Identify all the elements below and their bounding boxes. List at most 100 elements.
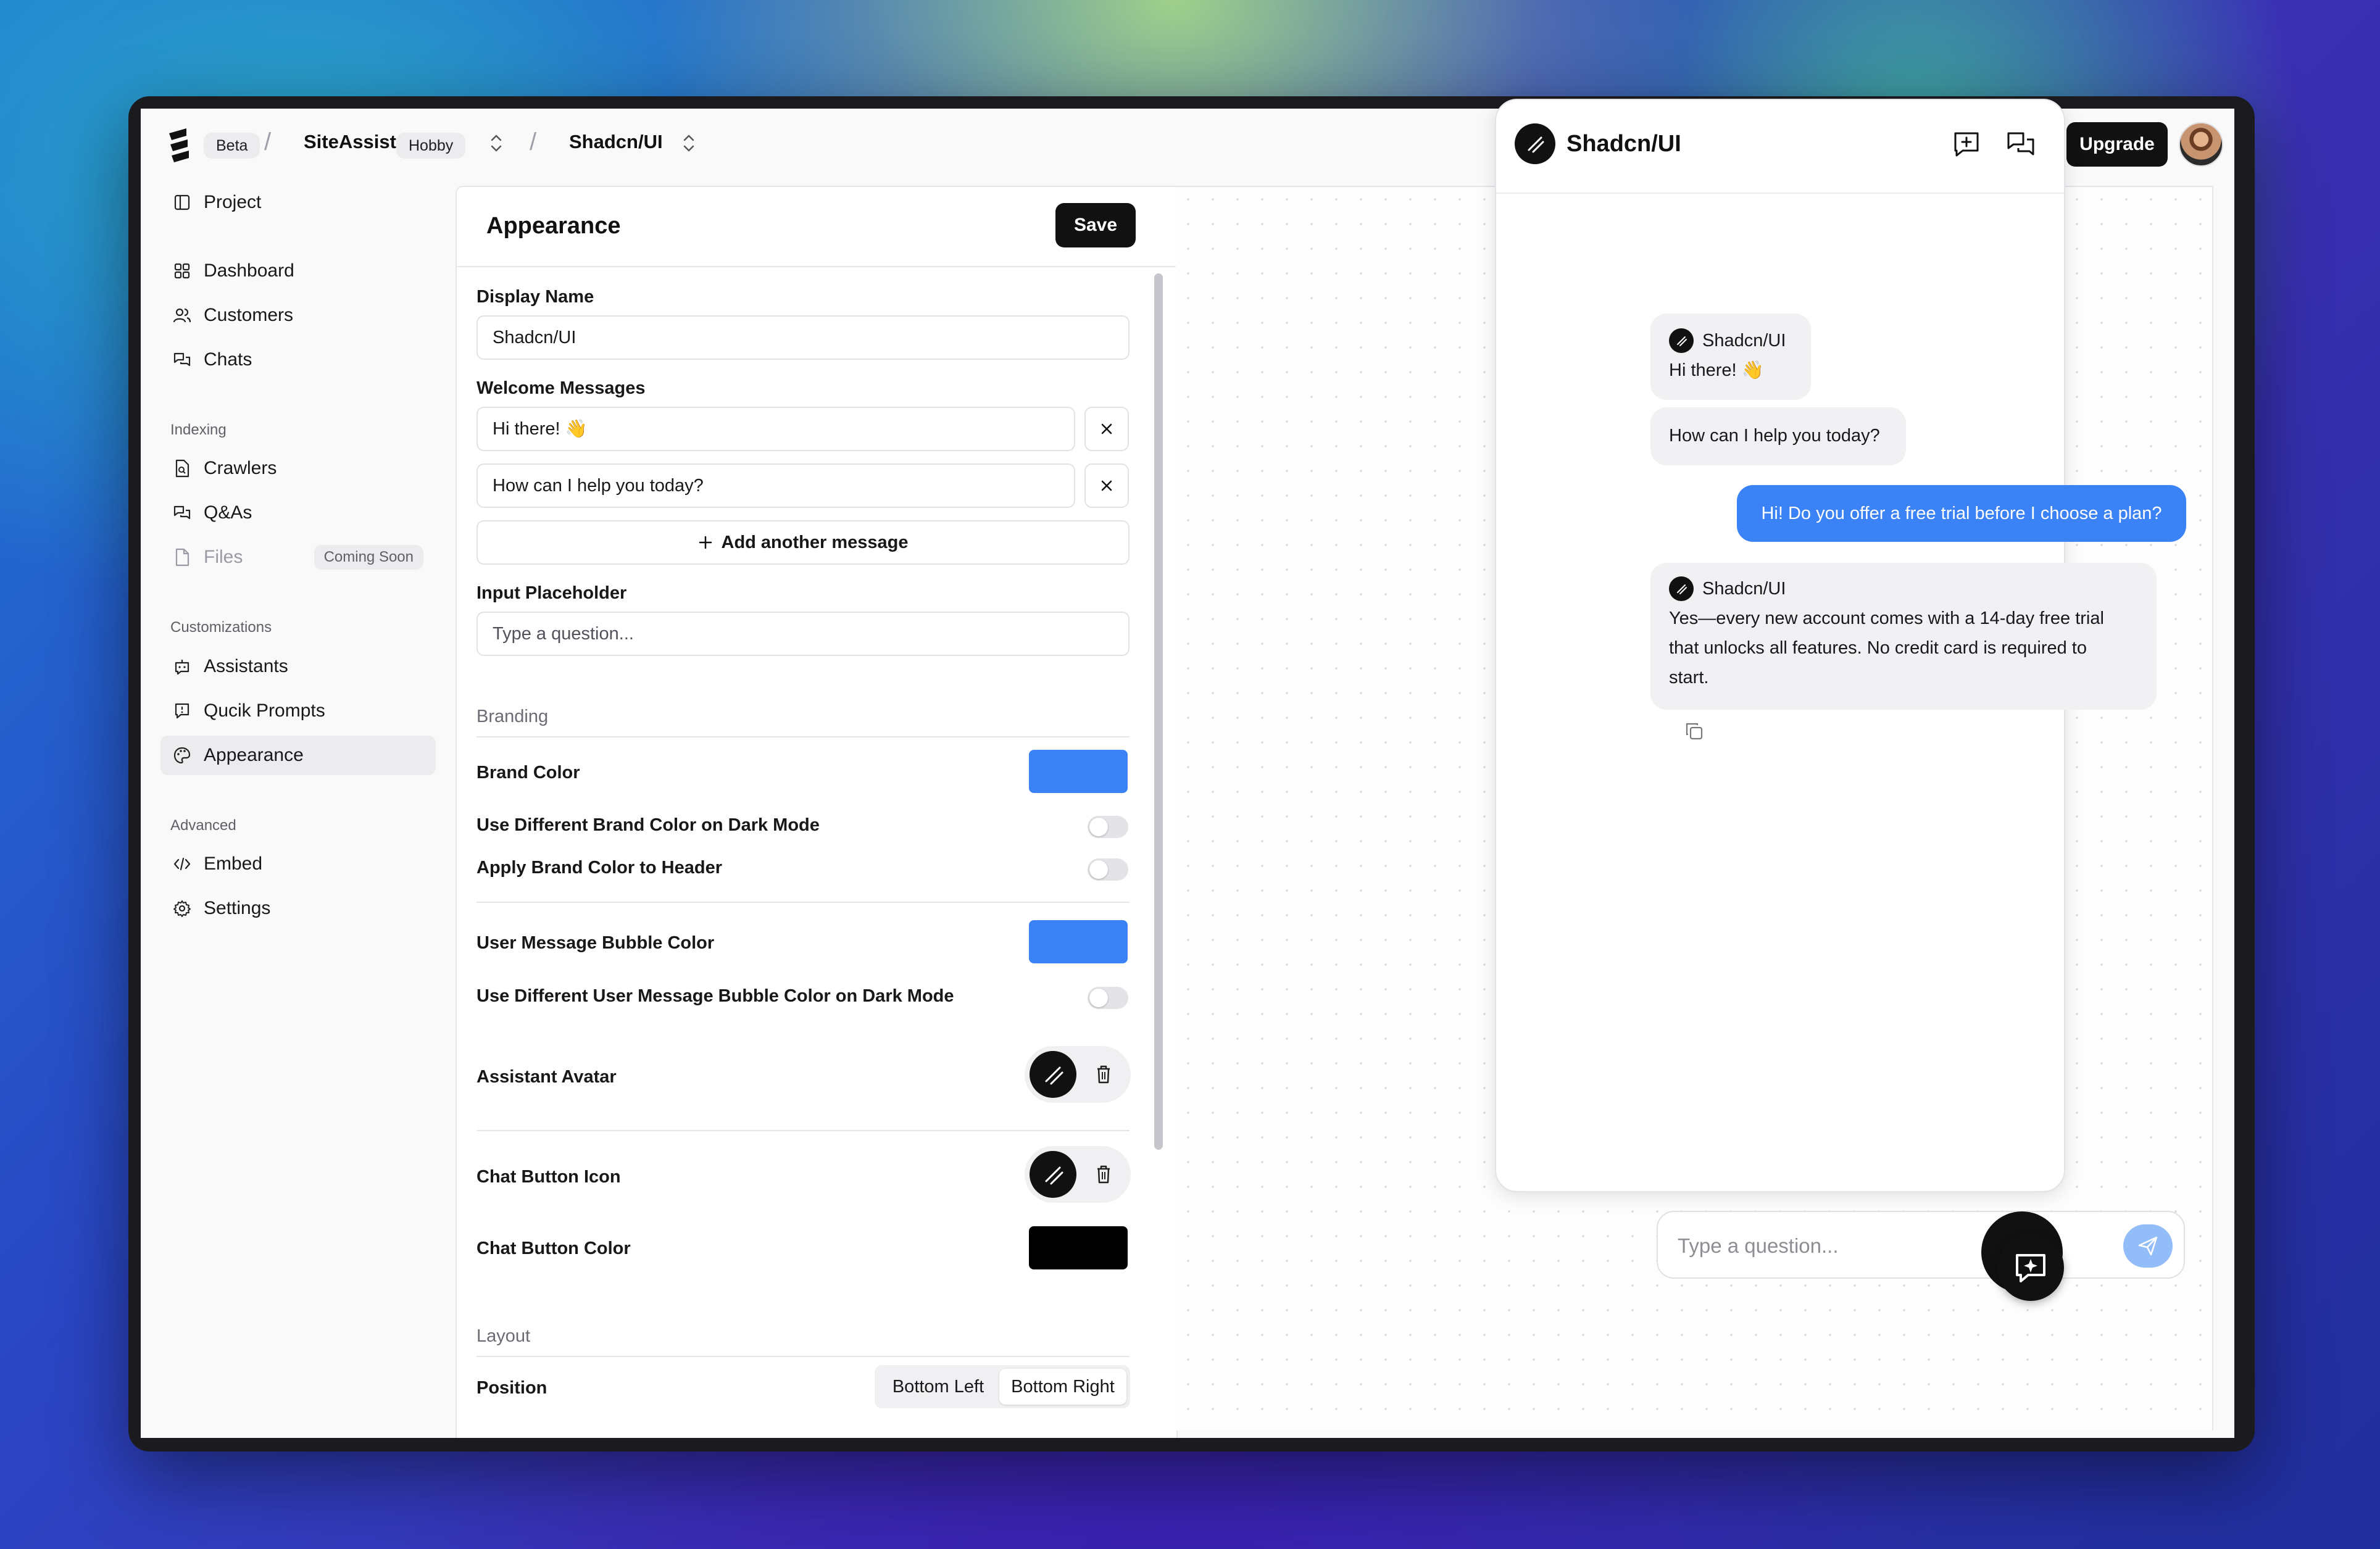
dark-bubble-color-label: Use Different User Message Bubble Color … — [476, 986, 954, 1006]
trash-icon[interactable] — [1091, 1162, 1116, 1187]
chat-history-icon[interactable] — [2005, 128, 2037, 160]
upgrade-button[interactable]: Upgrade — [2066, 122, 2168, 167]
divider — [476, 736, 1130, 737]
brand-color-swatch[interactable] — [1029, 750, 1128, 793]
chat-button-color-label: Chat Button Color — [476, 1239, 631, 1258]
workspace-name[interactable]: Shadcn/UI — [569, 131, 663, 153]
send-button[interactable] — [2123, 1224, 2173, 1268]
shadcn-logo-icon — [1045, 1066, 1063, 1085]
assistant-avatar-icon — [1669, 576, 1694, 601]
assistant-name: Shadcn/UI — [1702, 579, 1786, 599]
display-name-label: Display Name — [476, 287, 594, 307]
welcome-message-input[interactable]: How can I help you today? — [476, 463, 1075, 508]
sidebar-item-label: Crawlers — [204, 458, 277, 478]
branding-section-title: Branding — [476, 707, 549, 726]
user-avatar[interactable] — [2179, 122, 2223, 167]
assistant-avatar-label: Assistant Avatar — [476, 1067, 617, 1087]
coming-soon-badge: Coming Soon — [314, 545, 423, 570]
display-name-input[interactable]: Shadcn/UI — [476, 315, 1130, 360]
sidebar-item-label: Appearance — [204, 745, 304, 765]
new-chat-icon[interactable] — [1950, 128, 1983, 160]
divider — [476, 902, 1130, 903]
remove-message-button[interactable] — [1084, 463, 1129, 508]
welcome-message-1: Hi there! 👋 — [1669, 360, 1764, 380]
sidebar-item-embed[interactable]: Embed — [160, 844, 436, 884]
header-brand-color-toggle[interactable] — [1088, 858, 1128, 881]
project-name[interactable]: SiteAssist — [304, 131, 396, 153]
assistant-avatar-image[interactable] — [1030, 1051, 1076, 1098]
chat-launcher-button[interactable] — [1997, 1234, 2064, 1301]
sidebar-item-settings[interactable]: Settings — [160, 889, 436, 928]
indexing-section-title: Indexing — [170, 422, 227, 438]
add-message-button[interactable]: Add another message — [476, 520, 1130, 565]
close-icon — [1101, 423, 1112, 434]
chat-input[interactable]: Type a question... — [1657, 1211, 2185, 1279]
sidebar-item-assistants[interactable]: Assistants — [160, 647, 436, 686]
prompt-icon — [172, 700, 193, 721]
sidebar-item-project[interactable]: Project — [160, 183, 436, 222]
assistant-identity: Shadcn/UI — [1669, 326, 1792, 355]
copy-icon[interactable] — [1684, 721, 1705, 742]
sidebar-item-label: Embed — [204, 853, 263, 874]
sidebar-item-qas[interactable]: Q&As — [160, 493, 436, 533]
assistant-welcome-bubble: Shadcn/UI Hi there! 👋 — [1650, 314, 1811, 400]
appearance-panel: Appearance Save Display Name Shadcn/UI W… — [456, 186, 1178, 1438]
sidebar-item-crawlers[interactable]: Crawlers — [160, 449, 436, 488]
sidebar-item-label: Qucik Prompts — [204, 700, 325, 721]
sidebar-item-label: Project — [204, 192, 262, 212]
page-title: Appearance — [486, 213, 621, 239]
panel-icon — [172, 192, 193, 213]
add-message-label: Add another message — [721, 532, 909, 552]
send-icon — [2138, 1236, 2158, 1256]
chat-title: Shadcn/UI — [1567, 131, 1681, 157]
position-option-bottom-left[interactable]: Bottom Left — [878, 1369, 998, 1405]
beta-badge: Beta — [204, 133, 260, 159]
welcome-message-input[interactable]: Hi there! 👋 — [476, 407, 1075, 451]
chat-button-color-swatch[interactable] — [1029, 1226, 1128, 1269]
project-switcher-icon[interactable] — [489, 130, 504, 157]
app-logo-icon — [169, 128, 189, 162]
sidebar: Project Dashboard Customers Chats Indexi… — [141, 183, 456, 1438]
workspace-switcher-icon[interactable] — [681, 130, 696, 157]
sidebar-item-chats[interactable]: Chats — [160, 340, 436, 380]
sidebar-item-label: Settings — [204, 898, 271, 918]
panel-scrollbar[interactable] — [1154, 273, 1163, 1150]
sidebar-item-appearance[interactable]: Appearance — [160, 736, 436, 775]
user-message-bubble: Hi! Do you offer a free trial before I c… — [1737, 485, 2186, 542]
palette-icon — [172, 745, 193, 766]
assistant-avatar-control — [1025, 1046, 1131, 1103]
sidebar-item-dashboard[interactable]: Dashboard — [160, 251, 436, 291]
header-brand-color-label: Apply Brand Color to Header — [476, 858, 722, 878]
remove-message-button[interactable] — [1084, 407, 1129, 451]
file-search-icon — [172, 458, 193, 479]
trash-icon[interactable] — [1091, 1062, 1116, 1087]
layout-section-title: Layout — [476, 1326, 531, 1346]
divider — [476, 1356, 1130, 1357]
position-label: Position — [476, 1378, 547, 1398]
sidebar-item-files: Files Coming Soon — [160, 538, 436, 577]
position-option-bottom-right[interactable]: Bottom Right — [999, 1369, 1126, 1405]
sidebar-item-quick-prompts[interactable]: Qucik Prompts — [160, 691, 436, 731]
save-button[interactable]: Save — [1055, 203, 1136, 247]
close-icon — [1101, 480, 1112, 491]
dark-brand-color-label: Use Different Brand Color on Dark Mode — [476, 815, 820, 835]
sidebar-item-customers[interactable]: Customers — [160, 296, 436, 335]
welcome-messages-label: Welcome Messages — [476, 378, 646, 398]
qa-icon — [172, 502, 193, 523]
reply-line: Yes—every new account comes with a 14-da… — [1669, 608, 2104, 628]
reply-line: that unlocks all features. No credit car… — [1669, 638, 2087, 658]
bubble-color-label: User Message Bubble Color — [476, 933, 715, 953]
dark-brand-color-toggle[interactable] — [1088, 816, 1128, 838]
divider — [476, 1130, 1130, 1131]
chats-icon — [172, 349, 193, 370]
input-placeholder-field[interactable]: Type a question... — [476, 612, 1130, 656]
reply-line: start. — [1669, 668, 1709, 687]
bubble-color-swatch[interactable] — [1029, 920, 1128, 963]
chat-button-icon-control — [1025, 1146, 1131, 1203]
chat-header: Shadcn/UI — [1496, 100, 2064, 194]
dark-bubble-color-toggle[interactable] — [1088, 987, 1128, 1009]
grid-icon — [172, 260, 193, 281]
chat-logo-icon — [1515, 123, 1555, 164]
chat-button-icon-image[interactable] — [1030, 1151, 1076, 1198]
file-icon — [172, 547, 193, 568]
